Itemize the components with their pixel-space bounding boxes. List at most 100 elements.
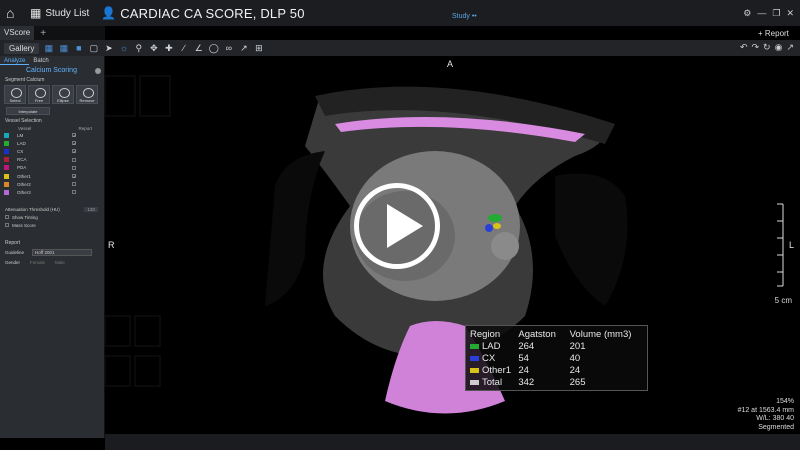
angle-icon[interactable]: ∠ <box>193 43 204 54</box>
mass-score-checkbox[interactable] <box>5 223 9 227</box>
crosshair-icon[interactable]: ✚ <box>163 43 174 54</box>
vessel-column-header: Vessel <box>18 126 32 131</box>
calcium-score-table: Region Agatston Volume (mm3) LAD 264 201 CX… <box>465 325 648 391</box>
legend-header-volume: Volume (mm3) <box>569 328 632 340</box>
camera-icon[interactable]: ◉ <box>775 42 783 53</box>
orientation-anterior: A <box>447 59 454 69</box>
vessel-row[interactable]: Other2 <box>4 180 100 188</box>
interpolate-button[interactable]: Interpolate <box>6 107 50 115</box>
vessel-report-checkbox[interactable] <box>72 190 76 195</box>
vessel-report-checkbox[interactable]: ✓ <box>72 174 76 179</box>
crop-icon[interactable]: ⊞ <box>253 43 264 54</box>
vessel-report-checkbox[interactable]: ✓ <box>72 133 76 138</box>
vessel-row[interactable]: Other1 ✓ <box>4 172 100 180</box>
segment-section-label: Segment Calcium <box>5 77 45 83</box>
home-icon[interactable]: ⌂ <box>6 6 20 20</box>
study-menu[interactable]: Study •• <box>452 13 477 20</box>
cx-calcification <box>485 224 493 232</box>
vessel-report-checkbox[interactable]: ✓ <box>72 149 76 154</box>
maximize-icon[interactable]: ❐ <box>772 8 780 19</box>
orientation-right: R <box>108 240 115 250</box>
vessel-row[interactable]: CX ✓ <box>4 147 100 155</box>
vessel-row[interactable]: Other3 <box>4 188 100 196</box>
vessel-report-checkbox[interactable]: ✓ <box>72 141 76 146</box>
pan-icon[interactable]: ✥ <box>148 43 159 54</box>
legend-agatston-cell: 54 <box>518 352 529 364</box>
ct-slice-image[interactable] <box>105 56 800 434</box>
ct-viewport[interactable]: A R L 5 cm Region Agatston Volume (mm3) … <box>105 56 800 434</box>
pointer-icon[interactable]: ➤ <box>103 43 114 54</box>
vessel-row[interactable]: LAD ✓ <box>4 139 100 147</box>
vessel-name: LM <box>17 132 24 138</box>
gender-label: Gender <box>5 259 21 265</box>
redo-icon[interactable]: ↷ <box>752 42 760 53</box>
play-icon <box>387 204 423 248</box>
vessel-color-swatch <box>4 132 9 138</box>
window-level: W/L: 380 40 <box>756 415 794 422</box>
legend-agatston-cell: 264 <box>518 340 535 352</box>
vessel-report-checkbox[interactable] <box>72 157 76 162</box>
attenuation-label: Attenuation Threshold (HU) <box>5 206 60 212</box>
vessel-color-swatch <box>4 157 9 163</box>
legend-volume-cell: 24 <box>569 365 581 377</box>
show-tinting-option[interactable]: Show Tinting <box>5 215 104 220</box>
freehand-icon[interactable]: ∞ <box>223 43 234 54</box>
study-list-icon[interactable]: ▦ <box>30 6 41 20</box>
settings-icon[interactable]: ⚙ <box>743 8 751 19</box>
undo-icon[interactable]: ↶ <box>740 42 748 53</box>
panel-close-icon[interactable] <box>95 68 101 74</box>
play-video-button[interactable] <box>354 183 440 269</box>
zoom-icon[interactable]: ⚲ <box>133 43 144 54</box>
vessel-row[interactable]: PDA <box>4 164 100 172</box>
window-level-icon[interactable]: ☼ <box>118 43 129 54</box>
viewport-select-icon[interactable]: ▢ <box>88 43 99 54</box>
vessel-row[interactable]: LM ✓ <box>4 131 100 139</box>
reset-icon[interactable]: ↻ <box>763 42 771 53</box>
gender-female-radio[interactable]: Female <box>30 260 45 265</box>
vessel-color-swatch <box>4 165 9 171</box>
vessel-row[interactable]: RCA <box>4 156 100 164</box>
tab-vscore[interactable]: VScore <box>0 26 35 40</box>
arrow-annotation-icon[interactable]: ↗ <box>238 43 249 54</box>
free-tool-button[interactable]: Free <box>28 85 50 104</box>
layout-grid-icon[interactable]: ▦ <box>43 43 54 54</box>
ruler-icon[interactable]: ∕ <box>178 43 189 54</box>
layout-series-icon[interactable]: ▦ <box>58 43 69 54</box>
legend-color-swatch <box>470 355 479 361</box>
close-icon[interactable]: ✕ <box>786 8 794 19</box>
remove-tool-button[interactable]: Remove <box>76 85 98 104</box>
window-controls: ⚙ — ❐ ✕ <box>743 8 794 19</box>
guideline-select[interactable]: Hoff 2001 <box>32 248 93 256</box>
title-bar: ⌂ ▦ Study List 👤 CARDIAC CA SCORE, DLP 5… <box>0 0 800 26</box>
legend-region-cell: CX <box>470 353 518 364</box>
segmentation-status: Segmented <box>758 423 794 431</box>
vessel-report-checkbox[interactable] <box>72 165 76 170</box>
study-list-link[interactable]: Study List <box>45 8 89 19</box>
layout-viewport-icon[interactable]: ■ <box>73 43 84 54</box>
show-tinting-checkbox[interactable] <box>5 215 9 219</box>
tab-analyze[interactable]: Analyze <box>0 58 30 65</box>
legend-region-cell: LAD <box>470 341 518 352</box>
report-section-label: Report <box>5 239 21 246</box>
select-tool-button[interactable]: Select <box>4 85 26 104</box>
expand-icon[interactable]: ↗ <box>786 42 794 53</box>
vessel-name: RCA <box>17 157 27 163</box>
zoom-level: 154% <box>776 398 794 405</box>
legend-color-swatch <box>470 343 479 349</box>
mass-score-label: Mass Score <box>12 222 36 228</box>
add-report-button[interactable]: + Report <box>758 29 789 38</box>
gallery-button[interactable]: Gallery <box>4 42 40 54</box>
guideline-row: Guideline Hoff 2001 <box>5 248 104 256</box>
vessel-report-checkbox[interactable] <box>72 182 76 187</box>
gender-row: Gender Female Male <box>5 260 104 265</box>
ellipse-tool-button[interactable]: Ellipse <box>52 85 74 104</box>
ellipse-roi-icon[interactable]: ◯ <box>208 43 219 54</box>
mass-score-option[interactable]: Mass Score <box>5 223 104 228</box>
attenuation-input[interactable]: 130 <box>84 206 98 212</box>
minimize-icon[interactable]: — <box>757 8 766 19</box>
lad-calcification <box>488 214 502 222</box>
status-bar <box>105 434 800 450</box>
add-tab-button[interactable]: + <box>40 28 46 39</box>
tab-batch[interactable]: Batch <box>29 58 52 64</box>
gender-male-radio[interactable]: Male <box>55 260 65 265</box>
